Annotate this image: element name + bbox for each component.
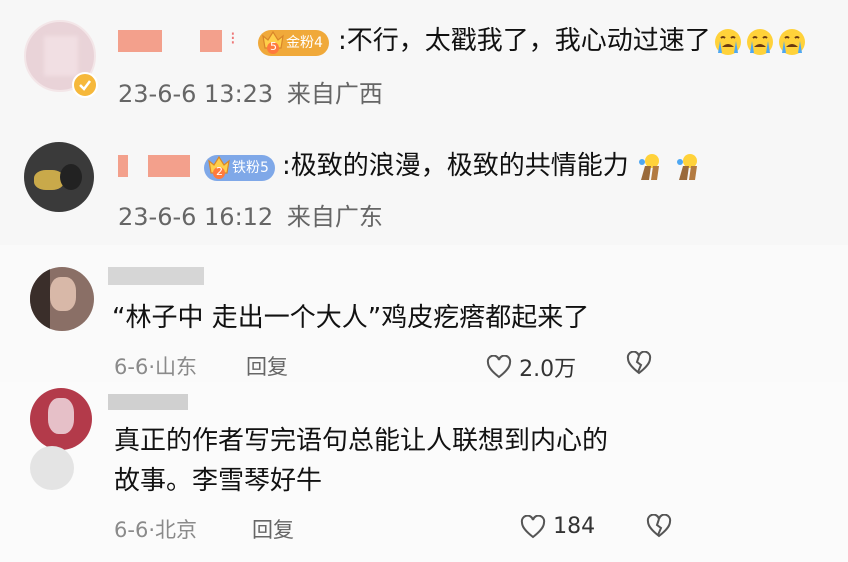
- badge-label: 铁粉5: [232, 160, 269, 176]
- comment-text: :极致的浪漫，极致的共情能力: [282, 149, 703, 183]
- reply-text-line1: 真正的作者写完语句总能让人联想到内心的: [114, 426, 609, 456]
- username-mark: ⁝: [230, 28, 236, 49]
- fan-badge[interactable]: 2 铁粉5: [204, 155, 275, 181]
- heart-icon: [486, 354, 512, 379]
- reply-location: 山东: [155, 355, 197, 379]
- comment-location: 来自广西: [286, 80, 383, 108]
- comment-body: :极致的浪漫，极致的共情能力: [282, 151, 629, 181]
- badge-label: 金粉4: [286, 35, 323, 51]
- comment-2: 2 铁粉5 :极致的浪漫，极致的共情能力 23-6-6 16:12 来自广东: [0, 125, 848, 245]
- reply-1: “林子中 走出一个大人”鸡皮疙瘩都起来了 6-6·山东 回复 2.0万: [0, 245, 848, 382]
- like-button[interactable]: 184: [520, 514, 595, 539]
- reply-button[interactable]: 回复: [246, 351, 288, 381]
- dislike-button[interactable]: [626, 350, 652, 379]
- dislike-button[interactable]: [646, 513, 672, 542]
- broken-heart-icon: [626, 350, 652, 375]
- crying-face-icon: [745, 27, 775, 57]
- reply-text: “林子中 走出一个大人”鸡皮疙瘩都起来了: [112, 303, 590, 333]
- comment-time: 23-6-6 13:23: [118, 80, 274, 108]
- like-count: 2.0万: [519, 357, 577, 382]
- comment-meta: 23-6-6 16:12 来自广东: [118, 197, 383, 232]
- heart-icon: [520, 514, 546, 538]
- like-count: 184: [553, 514, 596, 539]
- fan-badge[interactable]: 5 金粉4: [258, 30, 329, 56]
- verified-badge-icon: [72, 72, 98, 98]
- praying-hands-icon: [673, 152, 703, 182]
- reply-meta: 6-6·山东: [114, 351, 197, 381]
- avatar-shadow: [30, 446, 74, 490]
- comment-1: ⁝ 5 金粉4 :不行，太戳我了，我心动过速了 23-6-6 13:23 来自广…: [0, 0, 848, 125]
- username-blurred[interactable]: [108, 267, 204, 285]
- avatar[interactable]: [24, 142, 94, 212]
- comment-body: :不行，太戳我了，我心动过速了: [338, 26, 711, 56]
- comment-time: 23-6-6 16:12: [118, 203, 274, 231]
- reply-button[interactable]: 回复: [252, 514, 294, 544]
- username-blurred[interactable]: [108, 394, 188, 410]
- comment-text: :不行，太戳我了，我心动过速了: [338, 24, 807, 58]
- praying-hands-icon: [635, 152, 665, 182]
- reply-location: 北京: [155, 518, 197, 542]
- username-blurred: [148, 155, 190, 177]
- reply-text-line2: 故事。李雪琴好牛: [114, 466, 323, 496]
- avatar[interactable]: [30, 388, 92, 450]
- badge-level: 5: [270, 40, 277, 53]
- reply-meta: 6-6·北京: [114, 514, 197, 544]
- broken-heart-icon: [646, 513, 672, 538]
- like-button[interactable]: 2.0万: [486, 351, 576, 383]
- crying-face-icon: [713, 27, 743, 57]
- username-blurred[interactable]: [118, 155, 128, 177]
- username-blurred: [200, 30, 222, 52]
- reply-2: 真正的作者写完语句总能让人联想到内心的 故事。李雪琴好牛 6-6·北京 回复 1…: [0, 382, 848, 562]
- comment-location: 来自广东: [286, 203, 383, 231]
- dot-separator: ·: [148, 518, 155, 542]
- reply-date: 6-6: [114, 355, 149, 379]
- username-blurred[interactable]: [118, 30, 162, 52]
- reply-date: 6-6: [114, 518, 149, 542]
- comment-meta: 23-6-6 13:23 来自广西: [118, 74, 383, 109]
- avatar[interactable]: [30, 267, 94, 331]
- badge-level: 2: [216, 165, 223, 178]
- dot-separator: ·: [148, 355, 155, 379]
- crying-face-icon: [777, 27, 807, 57]
